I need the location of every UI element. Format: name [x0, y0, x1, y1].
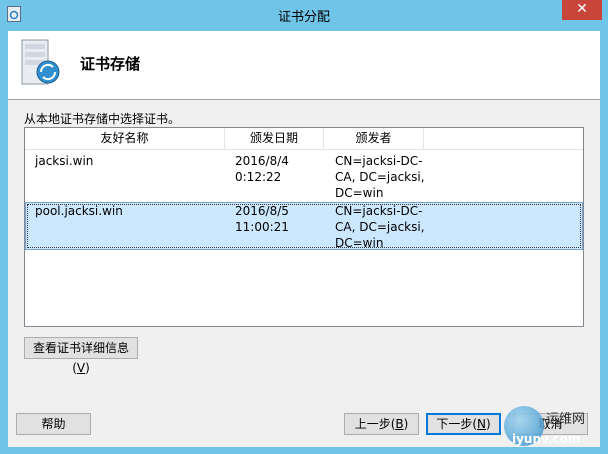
help-button[interactable]: 帮助: [16, 413, 91, 435]
window-title: 证书分配: [277, 10, 330, 25]
watermark-text-1: 运维网: [546, 412, 586, 427]
table-row[interactable]: jacksi.win 2016/8/4 0:12:22 CN=jacksi-DC…: [25, 153, 583, 201]
certificate-store-icon: [21, 39, 60, 85]
column-header-friendly-name[interactable]: 友好名称: [25, 128, 225, 149]
next-button[interactable]: 下一步(N): [426, 413, 501, 435]
back-button[interactable]: 上一步(B): [344, 413, 419, 435]
table-row-selected[interactable]: pool.jacksi.win 2016/8/5 11:00:21 CN=jac…: [25, 202, 583, 250]
cell-issuer: CN=jacksi-DC- CA, DC=jacksi, DC=win: [335, 204, 425, 250]
close-button[interactable]: ✕: [562, 0, 602, 20]
column-header-issue-date[interactable]: 颁发日期: [225, 128, 324, 149]
cell-issue-date: 2016/8/5 11:00:21: [235, 204, 289, 234]
site-watermark: 运维网 iyunv.com: [498, 400, 608, 454]
wizard-header: 证书存储: [8, 31, 600, 99]
cell-issuer: CN=jacksi-DC- CA, DC=jacksi, DC=win: [335, 154, 425, 200]
list-header: 友好名称 颁发日期 颁发者: [25, 128, 583, 150]
instruction-text: 从本地证书存储中选择证书。: [24, 112, 181, 126]
cell-issue-date: 2016/8/4 0:12:22: [235, 154, 289, 184]
column-header-issuer[interactable]: 颁发者: [324, 128, 424, 149]
cell-friendly-name: jacksi.win: [35, 154, 94, 168]
cell-friendly-name: pool.jacksi.win: [35, 204, 123, 218]
title-bar[interactable]: 证书分配 ✕: [0, 0, 608, 30]
view-certificate-details-button[interactable]: 查看证书详细信息(V): [24, 337, 138, 375]
dialog-window: 证书分配 ✕ 证书存储 从本地证书存储中选择证书。 友好名称 颁发日期 颁发者: [0, 0, 608, 454]
dialog-client-area: 证书存储 从本地证书存储中选择证书。 友好名称 颁发日期 颁发者 jacksi.…: [8, 31, 600, 447]
header-divider: [8, 99, 600, 100]
page-title: 证书存储: [80, 55, 141, 73]
certificate-list[interactable]: 友好名称 颁发日期 颁发者 jacksi.win 2016/8/4 0:12:2…: [24, 127, 584, 327]
watermark-text-2: iyunv.com: [512, 432, 581, 446]
